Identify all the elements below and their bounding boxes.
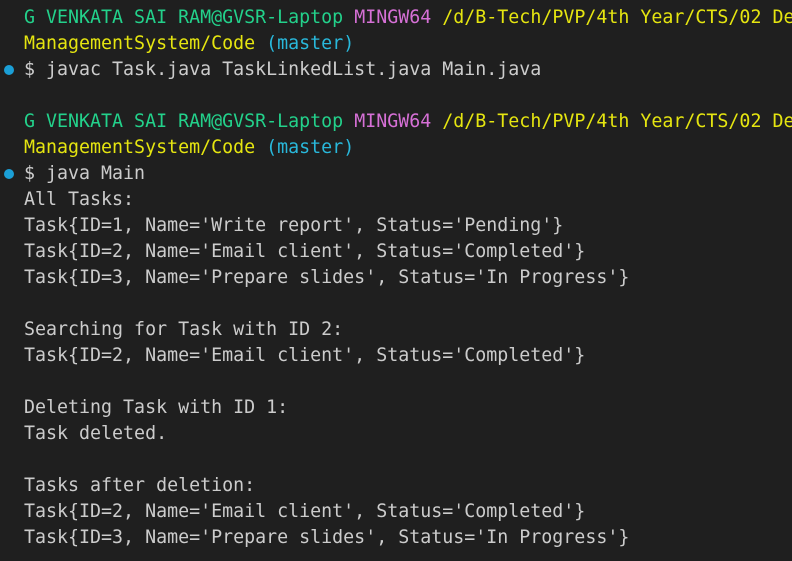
prompt-shell: MINGW64: [354, 7, 432, 28]
next-prompt-line: [0, 551, 792, 561]
prompt-user-host: G VENKATA SAI RAM@GVSR-Laptop: [24, 7, 344, 28]
command-decoration-icon[interactable]: [4, 65, 14, 75]
prompt-path: /d/B-Tech/PVP/4th Year/CTS/02 De: [442, 7, 792, 28]
prompt-branch: (master): [266, 137, 355, 158]
command-text: $ java Main: [24, 163, 146, 184]
prompt-line-1: G VENKATA SAI RAM@GVSR-Laptop MINGW64 /d…: [0, 5, 792, 31]
output-line: All Tasks:: [24, 189, 135, 210]
output-line: Task{ID=3, Name='Prepare slides', Status…: [24, 527, 630, 548]
command-text: $ javac Task.java TaskLinkedList.java Ma…: [24, 59, 542, 80]
prompt-line-2: G VENKATA SAI RAM@GVSR-Laptop MINGW64 /d…: [0, 109, 792, 135]
prompt-path: /d/B-Tech/PVP/4th Year/CTS/02 De: [442, 111, 792, 132]
command-line-2: $ java Main: [0, 161, 792, 187]
prompt-line-2b: ManagementSystem/Code (master): [0, 135, 792, 161]
prompt-path-cont: ManagementSystem/Code: [24, 33, 256, 54]
prompt-path-cont: ManagementSystem/Code: [24, 137, 256, 158]
output-line: Task{ID=1, Name='Write report', Status='…: [24, 215, 564, 236]
prompt-branch: (master): [266, 33, 355, 54]
command-decoration-icon[interactable]: [4, 169, 14, 179]
output-line: Task{ID=2, Name='Email client', Status='…: [24, 345, 586, 366]
output-line: Tasks after deletion:: [24, 475, 256, 496]
output-line: Task deleted.: [24, 423, 168, 444]
output-line: Task{ID=2, Name='Email client', Status='…: [24, 241, 586, 262]
prompt-shell: MINGW64: [354, 111, 432, 132]
prompt-user-host: G VENKATA SAI RAM@GVSR-Laptop: [24, 111, 344, 132]
command-line-1: $ javac Task.java TaskLinkedList.java Ma…: [0, 57, 792, 83]
output-line: Task{ID=3, Name='Prepare slides', Status…: [24, 267, 630, 288]
output-line: Task{ID=2, Name='Email client', Status='…: [24, 501, 586, 522]
output-line: Deleting Task with ID 1:: [24, 397, 289, 418]
terminal-panel[interactable]: G VENKATA SAI RAM@GVSR-Laptop MINGW64 /d…: [0, 0, 792, 561]
output-line: Searching for Task with ID 2:: [24, 319, 344, 340]
prompt-line-1b: ManagementSystem/Code (master): [0, 31, 792, 57]
